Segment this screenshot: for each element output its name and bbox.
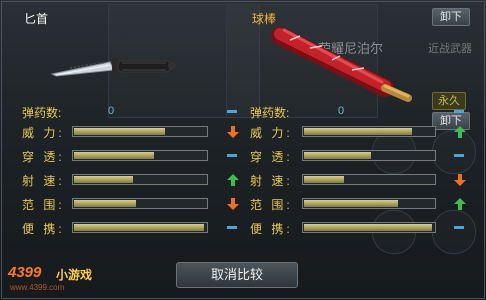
right-stat-label: 威 力: <box>250 126 293 140</box>
brand-url: www.4399.com <box>10 283 65 292</box>
right-stat-bar <box>302 222 436 233</box>
right-stat-bar <box>302 198 436 209</box>
left-stat-bar <box>72 198 208 209</box>
left-neutral-dash-icon <box>227 226 237 229</box>
unload-button[interactable]: 卸下 <box>432 8 470 26</box>
right-arrow-down-icon <box>453 173 467 187</box>
left-stat-fill <box>74 224 204 231</box>
left-neutral-dash-icon <box>227 154 237 157</box>
left-stat-fill <box>74 152 154 159</box>
right-weapon-name: 球棒 <box>252 12 277 26</box>
cancel-compare-button[interactable]: 取消比较 <box>176 262 298 288</box>
right-stat-fill <box>304 224 432 231</box>
left-stat-label: 范 围: <box>22 198 65 212</box>
right-stat-label: 范 围: <box>250 198 293 212</box>
left-stat-fill <box>74 176 133 183</box>
left-stat-bar <box>72 150 208 161</box>
right-stat-label: 穿 透: <box>250 150 293 164</box>
right-stat-fill <box>304 200 398 207</box>
left-stat-label: 便 携: <box>22 222 65 236</box>
left-weapon-name: 匕首 <box>24 12 49 26</box>
right-stat-label: 便 携: <box>250 222 293 236</box>
background-slot <box>432 210 476 254</box>
left-arrow-down-icon <box>226 197 240 211</box>
right-arrow-up-icon <box>453 197 467 211</box>
left-ammo-label: 弹药数: <box>22 106 62 120</box>
left-stat-bar <box>72 126 208 137</box>
right-ammo-dash-icon <box>454 110 464 113</box>
left-arrow-down-icon <box>226 125 240 139</box>
right-neutral-dash-icon <box>454 154 464 157</box>
right-stat-fill <box>304 176 344 183</box>
knife-image <box>50 58 176 78</box>
left-arrow-up-icon <box>226 173 240 187</box>
left-stat-bar <box>72 222 208 233</box>
background-category: 近战武器 <box>428 43 472 55</box>
right-stat-bar <box>302 126 436 137</box>
right-stat-label: 射 速: <box>250 174 293 188</box>
left-ammo-dash-icon <box>227 110 237 113</box>
left-stat-fill <box>74 128 165 135</box>
left-stat-label: 射 速: <box>22 174 65 188</box>
right-stat-fill <box>304 128 412 135</box>
right-ammo-value: 0 <box>338 105 345 117</box>
right-stat-bar <box>302 150 436 161</box>
left-stat-label: 穿 透: <box>22 150 65 164</box>
right-neutral-dash-icon <box>454 226 464 229</box>
left-stat-fill <box>74 200 136 207</box>
bat-image <box>271 27 412 102</box>
right-stat-bar <box>302 174 436 185</box>
compare-panel: 匕首 球棒 荣耀尼泊尔 近战武器 卸下 永久 卸下 弹药数: 0 威 力: 穿 透… <box>0 0 486 300</box>
left-ammo-value: 0 <box>108 105 115 117</box>
left-stat-bar <box>72 174 208 185</box>
right-arrow-up-icon <box>453 125 467 139</box>
permanent-tag: 永久 <box>432 92 466 110</box>
right-ammo-label: 弹药数: <box>250 106 290 120</box>
brand-logo: 4399 <box>8 264 42 281</box>
left-stat-label: 威 力: <box>22 126 65 140</box>
brand-subtitle: 小游戏 <box>56 268 93 282</box>
right-stat-fill <box>304 152 371 159</box>
